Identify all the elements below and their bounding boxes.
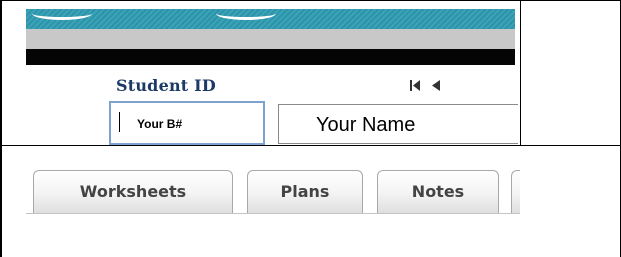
previous-record-icon[interactable] xyxy=(432,80,440,91)
banner-swoosh-right xyxy=(216,9,276,20)
frame-row-divider xyxy=(0,145,621,146)
tab-strip-baseline xyxy=(26,213,520,214)
first-record-icon[interactable] xyxy=(410,80,420,91)
student-id-label: Student ID xyxy=(116,76,216,95)
header-gray-band xyxy=(26,29,515,49)
student-id-value: Your B# xyxy=(137,117,183,131)
tab-plans[interactable]: Plans xyxy=(247,170,363,214)
header-black-band xyxy=(26,49,515,65)
header-banner xyxy=(26,9,515,29)
frame-column-divider xyxy=(520,0,521,145)
student-name-value: Your Name xyxy=(316,114,416,136)
banner-swoosh-left xyxy=(32,9,92,20)
tab-notes[interactable]: Notes xyxy=(377,170,499,214)
text-cursor xyxy=(119,112,120,132)
frame-top-border xyxy=(0,0,621,1)
frame-left-border xyxy=(0,0,2,257)
tab-partial-hidden[interactable] xyxy=(511,170,520,214)
tab-worksheets[interactable]: Worksheets xyxy=(33,170,233,214)
student-id-input[interactable]: Your B# xyxy=(109,101,265,145)
student-name-input[interactable]: Your Name xyxy=(278,104,518,144)
